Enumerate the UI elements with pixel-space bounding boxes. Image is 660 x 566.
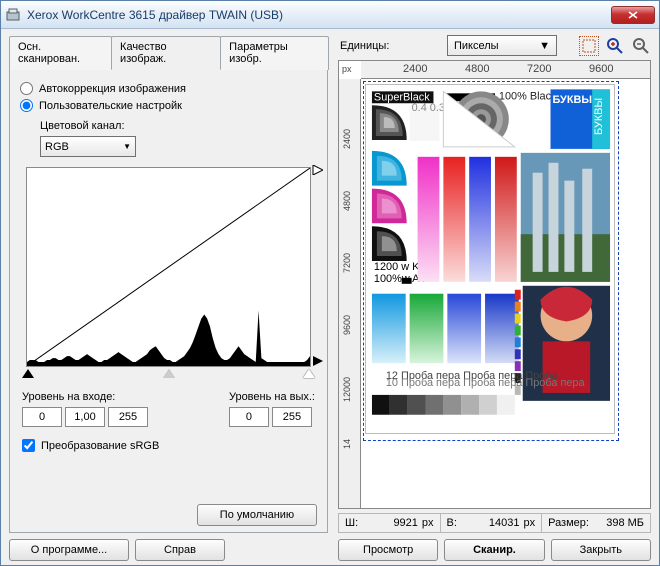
input-levels-group: Уровень на входе: 0 1,00 255 <box>22 391 148 427</box>
curve-canvas <box>27 168 310 366</box>
about-button[interactable]: О программе... <box>9 539 129 561</box>
size-label: Размер: <box>548 517 589 529</box>
close-button[interactable]: Закрыть <box>551 539 651 561</box>
ruler-v-tick: 4800 <box>342 191 352 211</box>
ruler-v-tick: 12000 <box>342 377 352 402</box>
app-icon <box>5 7 21 23</box>
units-row: Единицы: Пикселы ▼ <box>338 35 651 56</box>
output-levels-label: Уровень на вых.: <box>229 391 315 403</box>
selection-marquee[interactable] <box>363 81 619 441</box>
output-high-marker[interactable] <box>311 165 323 178</box>
titlebar: Xerox WorkCentre 3615 драйвер TWAIN (USB… <box>1 1 659 29</box>
content: Осн. сканирован. Качество изображ. Парам… <box>1 29 659 565</box>
ruler-v-tick: 14 <box>342 439 352 449</box>
ruler-vertical: 2400 4800 7200 9600 12000 14 <box>339 79 361 508</box>
height-value: 14031 <box>489 517 520 529</box>
levels-row: Уровень на входе: 0 1,00 255 Уровень на … <box>22 391 315 427</box>
tab-basic-scan[interactable]: Осн. сканирован. <box>9 36 112 70</box>
preview-area[interactable]: px 2400 4800 7200 9600 2400 4800 7200 96… <box>338 60 651 509</box>
ruler-v-tick: 9600 <box>342 315 352 335</box>
chevron-down-icon: ▼ <box>123 142 131 151</box>
app-window: Xerox WorkCentre 3615 драйвер TWAIN (USB… <box>0 0 660 566</box>
color-channel-select[interactable]: RGB ▼ <box>40 136 136 157</box>
tabstrip: Осн. сканирован. Качество изображ. Парам… <box>9 35 328 70</box>
tab-image-params[interactable]: Параметры изобр. <box>220 36 329 70</box>
ruler-v-tick: 7200 <box>342 253 352 273</box>
radio-auto-label: Автокоррекция изображения <box>39 83 186 95</box>
input-gamma-field[interactable]: 1,00 <box>65 407 105 427</box>
ruler-horizontal: 2400 4800 7200 9600 <box>361 61 650 79</box>
units-label: Единицы: <box>340 40 389 52</box>
radio-auto-correction[interactable]: Автокоррекция изображения <box>20 82 317 95</box>
preview-canvas[interactable]: SuperBlack 100% Black 0.4 0.3 <box>361 79 650 508</box>
output-high-field[interactable]: 255 <box>272 407 312 427</box>
color-channel-value: RGB <box>45 141 69 153</box>
chevron-down-icon: ▼ <box>539 40 550 52</box>
ruler-h-tick: 7200 <box>527 63 551 75</box>
radio-custom-label: Пользовательские настройк <box>39 100 182 112</box>
left-bottom-row: О программе... Справ <box>9 539 328 561</box>
input-gamma-slider[interactable] <box>163 369 175 378</box>
scan-button[interactable]: Сканир. <box>444 539 544 561</box>
srgb-checkbox[interactable] <box>22 439 35 452</box>
width-value: 9921 <box>393 517 417 529</box>
radio-custom-settings[interactable]: Пользовательские настройк <box>20 99 317 112</box>
srgb-label: Преобразование sRGB <box>41 440 159 452</box>
defaults-button[interactable]: По умолчанию <box>197 504 317 526</box>
input-black-slider[interactable] <box>22 369 34 378</box>
right-pane: Единицы: Пикселы ▼ px <box>334 29 659 565</box>
srgb-checkbox-row[interactable]: Преобразование sRGB <box>22 439 317 452</box>
input-high-field[interactable]: 255 <box>108 407 148 427</box>
height-label: В: <box>447 517 457 529</box>
status-height: В: 14031 px <box>441 513 543 533</box>
units-select[interactable]: Пикселы ▼ <box>447 35 557 56</box>
height-unit: px <box>523 517 535 529</box>
status-width: Ш: 9921 px <box>338 513 441 533</box>
ruler-h-tick: 9600 <box>589 63 613 75</box>
output-levels-group: Уровень на вых.: 0 255 <box>229 391 315 427</box>
status-size: Размер: 398 МБ <box>542 513 651 533</box>
output-low-field[interactable]: 0 <box>229 407 269 427</box>
radio-custom-input[interactable] <box>20 99 33 112</box>
ruler-h-tick: 4800 <box>465 63 489 75</box>
status-row: Ш: 9921 px В: 14031 px Размер: 398 МБ <box>338 513 651 533</box>
zoom-in-button[interactable] <box>605 36 625 56</box>
zoom-out-button[interactable] <box>631 36 651 56</box>
width-label: Ш: <box>345 517 358 529</box>
tab-image-quality[interactable]: Качество изображ. <box>111 36 221 70</box>
width-unit: px <box>422 517 434 529</box>
ruler-unit-label: px <box>342 64 352 74</box>
input-sliders <box>26 369 311 381</box>
units-value: Пикселы <box>454 40 499 52</box>
color-channel-label: Цветовой канал: <box>40 120 317 132</box>
preview-button[interactable]: Просмотр <box>338 539 438 561</box>
input-low-field[interactable]: 0 <box>22 407 62 427</box>
input-white-slider[interactable] <box>303 369 315 378</box>
tab-body: Автокоррекция изображения Пользовательск… <box>9 70 328 533</box>
tone-curve[interactable] <box>26 167 311 367</box>
close-window-button[interactable] <box>611 6 655 24</box>
radio-auto-input[interactable] <box>20 82 33 95</box>
size-value: 398 МБ <box>606 517 644 529</box>
left-pane: Осн. сканирован. Качество изображ. Парам… <box>1 29 334 565</box>
ruler-v-tick: 2400 <box>342 129 352 149</box>
right-bottom-row: Просмотр Сканир. Закрыть <box>338 539 651 561</box>
ruler-h-tick: 2400 <box>403 63 427 75</box>
help-button[interactable]: Справ <box>135 539 225 561</box>
marquee-tool-button[interactable] <box>579 36 599 56</box>
window-title: Xerox WorkCentre 3615 драйвер TWAIN (USB… <box>27 8 611 22</box>
output-low-marker[interactable] <box>311 356 323 369</box>
input-levels-label: Уровень на входе: <box>22 391 148 403</box>
